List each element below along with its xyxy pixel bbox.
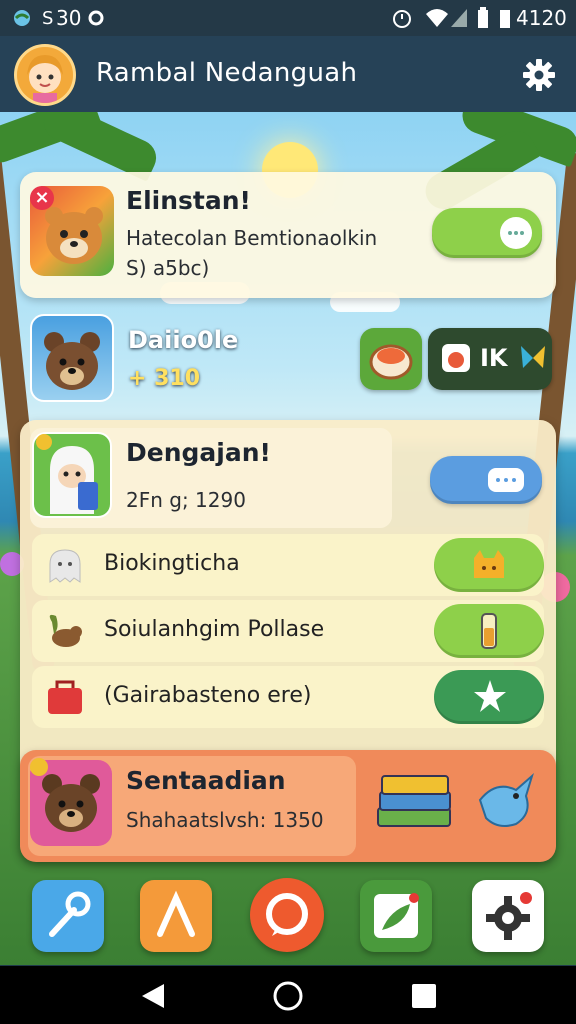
list-item-label: Biokingticha [104, 551, 240, 576]
dock-tools-button[interactable] [32, 880, 104, 952]
globe-icon [14, 10, 30, 26]
ik-button[interactable]: IK [428, 328, 552, 390]
list-item-toggle[interactable] [434, 670, 544, 724]
dock-settings-button[interactable] [472, 880, 544, 952]
gear-icon[interactable] [522, 58, 556, 92]
books-icon[interactable] [374, 768, 456, 838]
chat-icon [266, 893, 308, 936]
chat-bubble-icon [488, 468, 524, 492]
list-item-toggle[interactable] [434, 604, 544, 658]
gem-badge-icon [36, 434, 52, 450]
chat-bubble-icon [500, 217, 532, 249]
list-item-label: Soiulanhgim Pollase [104, 617, 325, 642]
alarm-icon [393, 10, 411, 28]
card3-subtitle: 2Fn g; 1290 [126, 488, 246, 512]
list-item-toggle[interactable] [434, 538, 544, 592]
gear-small-icon [88, 10, 104, 26]
recents-icon[interactable] [410, 982, 438, 1010]
compass-icon [157, 890, 195, 937]
card1-toggle[interactable] [432, 208, 542, 258]
squirrel-icon [49, 614, 82, 647]
wifi-icon [426, 9, 448, 27]
sushi-button[interactable] [360, 328, 422, 390]
status-time: 4120 [516, 6, 567, 30]
dock-map-button[interactable] [140, 880, 212, 952]
svg-text:S: S [42, 9, 53, 27]
list-item[interactable]: Soiulanhgim Pollase [32, 600, 544, 662]
cat-face-icon [474, 550, 504, 578]
list-item[interactable]: Biokingticha [32, 534, 544, 596]
message-icon [374, 893, 419, 938]
close-badge[interactable]: × [30, 186, 54, 210]
dock-messages-button[interactable] [360, 880, 432, 952]
row2-name: Daiio0le [128, 326, 239, 354]
bag-icon [48, 680, 82, 714]
ghost-icon [49, 549, 81, 583]
dock-chat-button[interactable] [250, 878, 324, 952]
star-fairy-icon [474, 680, 506, 712]
status-left-text: 30 [56, 6, 82, 30]
coin-badge-icon [30, 758, 48, 776]
sushi-icon [369, 344, 413, 380]
featured-title: Sentaadian [126, 766, 286, 795]
bear-character-icon [30, 314, 114, 402]
juice-bottle-icon [481, 613, 497, 649]
card1-line1: Hatecolan Bemtionaolkin [126, 226, 378, 250]
back-icon[interactable] [140, 982, 166, 1010]
system-nav-bar [0, 966, 576, 1024]
status-bar: S 30 4120 [0, 0, 576, 36]
battery-icon [478, 7, 488, 28]
ik-badge-text: IK [480, 344, 508, 372]
card3-title: Dengajan! [126, 438, 271, 467]
bird-icon[interactable] [476, 770, 536, 834]
avatar[interactable] [14, 44, 76, 106]
butterfly-icon [521, 346, 545, 368]
list-item-label: (Gairabasteno ere) [104, 683, 312, 708]
card1-line2: S) a5bc) [126, 256, 210, 280]
girl-avatar-icon [17, 47, 73, 103]
featured-subtitle: Shahaatslvsh: 1350 [126, 808, 324, 832]
battery-icon-2 [500, 10, 510, 28]
card3-toggle[interactable] [430, 456, 542, 504]
photo-icon [442, 344, 470, 372]
page-title: Rambal Nedanguah [96, 58, 358, 88]
cell-signal-icon [451, 9, 467, 27]
card1-title: Elinstan! [126, 186, 251, 215]
wrench-icon [49, 891, 91, 937]
list-item[interactable]: (Gairabasteno ere) [32, 666, 544, 728]
home-icon[interactable] [272, 980, 304, 1012]
gear-icon [486, 892, 532, 940]
row2-score: + 310 [128, 366, 201, 391]
